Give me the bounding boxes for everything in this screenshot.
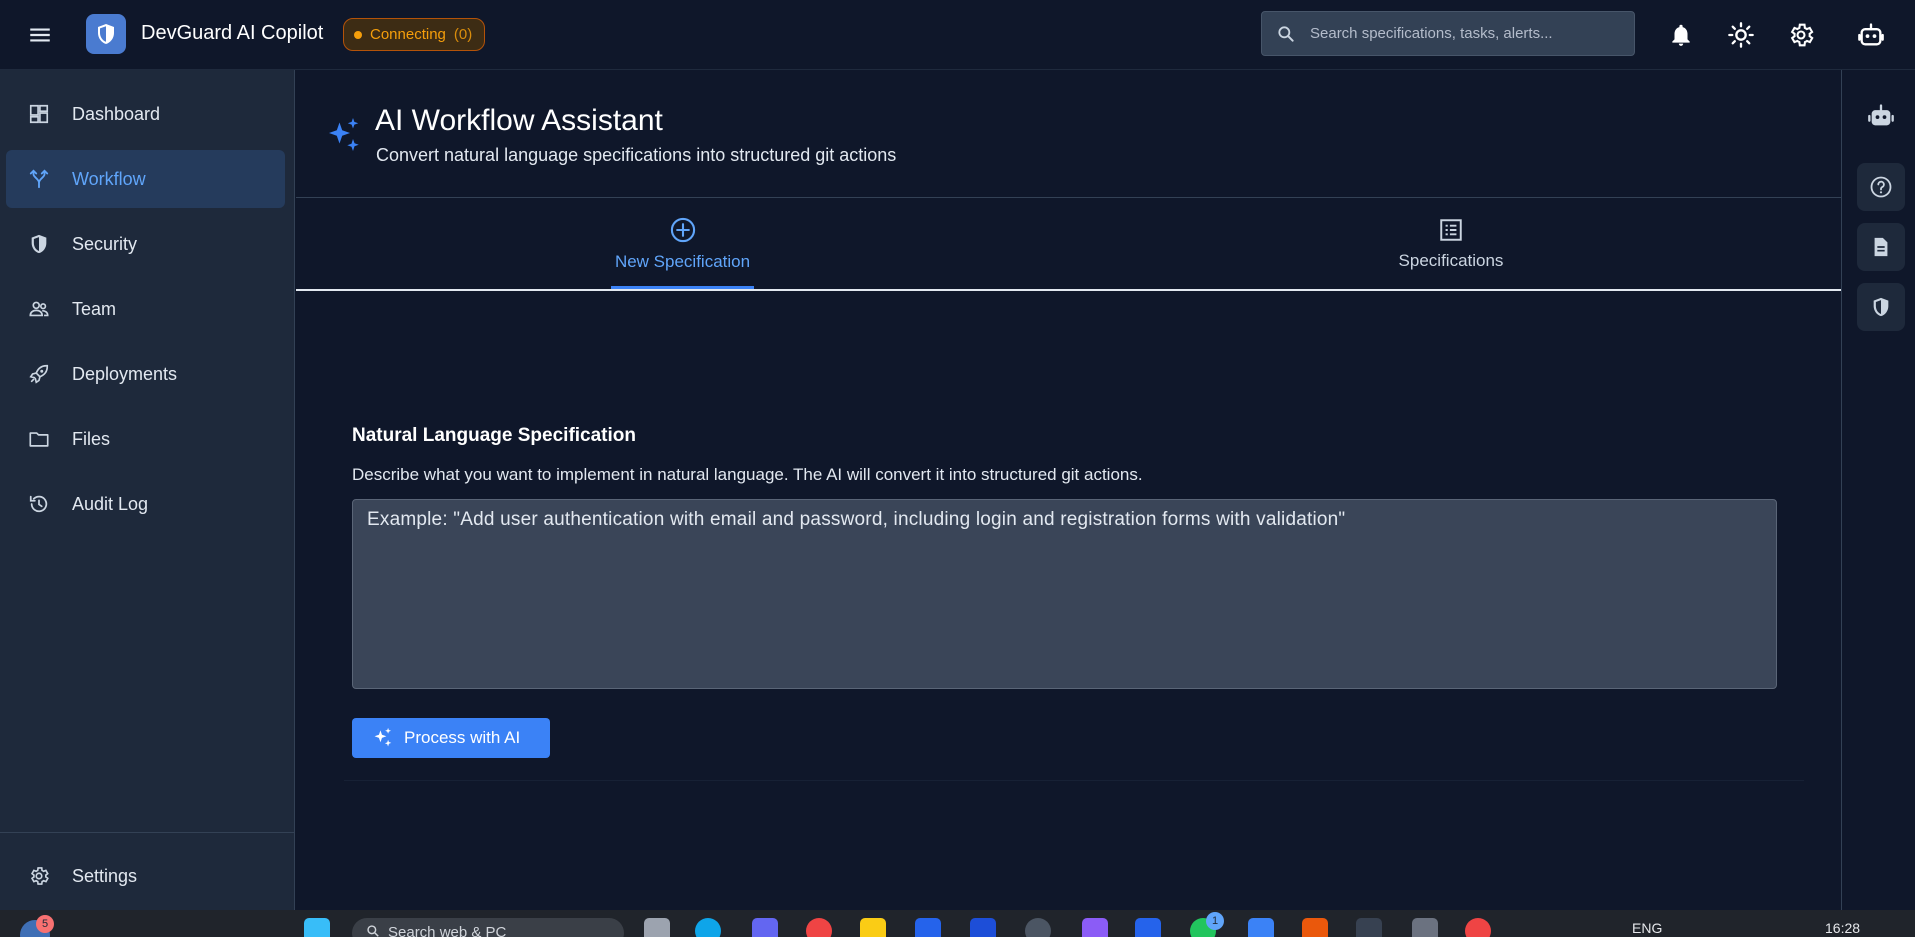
shield-logo-icon: [98, 24, 114, 44]
ai-assistant-button[interactable]: [1853, 17, 1889, 53]
menu-button[interactable]: [24, 19, 56, 51]
people-icon: [26, 296, 52, 322]
document-icon: [1874, 237, 1888, 257]
os-taskbar: 5 Search web & PC 1 ENG 16:28: [0, 910, 1915, 937]
notifications-button[interactable]: [1663, 17, 1699, 53]
help-icon: [1870, 176, 1892, 198]
search-icon: [367, 925, 379, 937]
global-search[interactable]: [1261, 11, 1635, 56]
vscode-app-icon[interactable]: [1135, 918, 1161, 937]
taskbar-search-text: Search web & PC: [388, 924, 507, 937]
process-with-ai-button[interactable]: Process with AI: [352, 718, 551, 758]
theme-toggle-button[interactable]: [1723, 17, 1759, 53]
sidebar-item-team[interactable]: Team: [6, 280, 285, 338]
top-app-bar: DevGuard AI Copilot Connecting (0): [0, 0, 1915, 70]
active-tab-indicator: [611, 286, 754, 289]
gear-icon: [1790, 23, 1814, 47]
search-icon: [1262, 24, 1310, 44]
tab-label: Specifications: [1398, 250, 1504, 270]
rail-security-button[interactable]: [1857, 283, 1905, 331]
dashboard-icon: [26, 101, 52, 127]
sidebar-item-security[interactable]: Security: [6, 215, 285, 273]
robot-icon: [1868, 104, 1894, 126]
notification-count-badge: 5: [36, 915, 54, 933]
tab-new-specification[interactable]: New Specification: [611, 198, 754, 289]
page-header: AI Workflow Assistant Convert natural la…: [296, 70, 1841, 198]
windows-start-icon[interactable]: [304, 918, 330, 937]
status-dot-icon: [354, 30, 362, 39]
sidebar-item-label: Files: [72, 428, 111, 449]
list-icon: [1440, 218, 1462, 241]
robot-icon: [1858, 23, 1884, 46]
sidebar-item-label: Dashboard: [72, 103, 161, 124]
page-title: AI Workflow Assistant: [375, 104, 663, 137]
rail-assistant-button[interactable]: [1857, 92, 1905, 140]
m365-app-icon[interactable]: [1248, 918, 1274, 937]
tab-label: New Specification: [614, 251, 751, 271]
merge-icon: [26, 166, 52, 192]
copilot-app-icon[interactable]: [752, 918, 778, 937]
gear-icon: [26, 863, 52, 889]
settings-button[interactable]: [1783, 17, 1819, 53]
connection-status-badge: Connecting (0): [343, 18, 486, 51]
terminal-app-icon[interactable]: [1412, 918, 1438, 937]
sidebar-divider: [0, 832, 295, 833]
app-title: DevGuard AI Copilot: [141, 22, 324, 44]
sidebar-item-label: Security: [72, 233, 138, 254]
sun-icon: [1728, 22, 1754, 48]
main-content: AI Workflow Assistant Convert natural la…: [296, 70, 1841, 910]
chrome-active-icon[interactable]: [1465, 918, 1491, 937]
bell-icon: [1672, 24, 1690, 46]
sidebar-item-label: Settings: [72, 865, 138, 886]
search-input[interactable]: [1310, 12, 1634, 55]
connection-status-text: Connecting: [370, 26, 446, 43]
right-rail: [1841, 70, 1915, 910]
tab-specifications[interactable]: Specifications: [1376, 198, 1526, 289]
sidebar-item-label: Audit Log: [72, 493, 149, 514]
add-circle-icon: [670, 217, 695, 242]
sidebar-item-settings[interactable]: Settings: [6, 847, 285, 905]
store-app-icon[interactable]: [915, 918, 941, 937]
sidebar-item-audit-log[interactable]: Audit Log: [6, 475, 285, 533]
edge-browser-icon[interactable]: [695, 918, 721, 937]
tab-bar: New Specification Specifications: [296, 198, 1841, 291]
sidebar-item-deployments[interactable]: Deployments: [6, 345, 285, 403]
process-button-label: Process with AI: [404, 728, 521, 747]
sidebar-item-label: Deployments: [72, 363, 178, 384]
connection-count: (0): [453, 26, 473, 43]
app-icon[interactable]: [1082, 918, 1108, 937]
sparkle-icon: [329, 118, 359, 151]
folder-icon: [26, 426, 52, 452]
notion-app-icon[interactable]: [1356, 918, 1382, 937]
file-explorer-icon[interactable]: [860, 918, 886, 937]
spec-form: Natural Language Specification Describe …: [344, 291, 1804, 781]
rail-document-button[interactable]: [1857, 223, 1905, 271]
outlook-app-icon[interactable]: [970, 918, 996, 937]
rocket-icon: [26, 361, 52, 387]
clock-time[interactable]: 16:28: [1825, 920, 1860, 936]
sparkle-icon: [374, 727, 392, 747]
file-app-icon[interactable]: [644, 918, 670, 937]
chrome-browser-icon[interactable]: [806, 918, 832, 937]
sidebar-item-label: Team: [72, 298, 117, 319]
sidebar: Dashboard Workflow Security Team Deploym…: [0, 70, 295, 910]
rail-help-button[interactable]: [1857, 163, 1905, 211]
sidebar-item-label: Workflow: [72, 168, 146, 189]
sidebar-item-files[interactable]: Files: [6, 410, 285, 468]
sidebar-item-workflow[interactable]: Workflow: [6, 150, 285, 208]
spec-description: Describe what you want to implement in n…: [352, 465, 1143, 484]
sidebar-item-dashboard[interactable]: Dashboard: [6, 85, 285, 143]
shield-icon: [1873, 297, 1889, 317]
chatgpt-app-icon[interactable]: [1025, 918, 1051, 937]
specification-textarea[interactable]: [352, 499, 1777, 689]
taskbar-search[interactable]: Search web & PC: [352, 918, 624, 937]
app-logo: [86, 14, 126, 54]
page-subtitle: Convert natural language specifications …: [376, 145, 897, 165]
history-icon: [26, 491, 52, 517]
language-indicator[interactable]: ENG: [1632, 920, 1662, 936]
menu-icon: [30, 28, 50, 42]
shield-icon: [26, 231, 52, 257]
app-badge-count: 1: [1206, 912, 1224, 930]
office-app-icon[interactable]: [1302, 918, 1328, 937]
